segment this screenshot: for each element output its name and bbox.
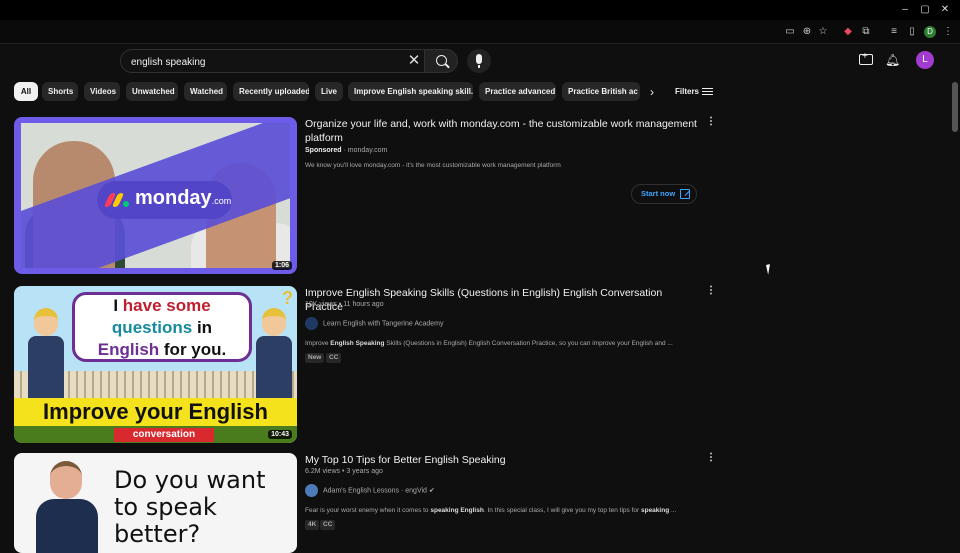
scrollbar-thumb[interactable] — [952, 82, 958, 132]
cc-badge: CC — [326, 353, 342, 363]
start-now-button[interactable]: Start now — [631, 184, 697, 204]
close-window-icon[interactable]: ✕ — [938, 4, 952, 16]
ad-description: We know you'll love monday.com - it's th… — [305, 162, 561, 169]
video-meta: 6.2M views • 3 years ago — [305, 468, 383, 475]
page-scrollbar[interactable] — [950, 78, 960, 540]
mouse-cursor-icon — [766, 263, 776, 275]
chip-recently-uploaded[interactable]: Recently uploaded — [233, 82, 309, 101]
channel-name[interactable]: Learn English with Tangerine Academy — [323, 320, 444, 327]
chip-improve-english[interactable]: Improve English speaking skill... — [348, 82, 473, 101]
bookmark-star-icon[interactable]: ☆ — [817, 26, 829, 38]
cartoon-man-left — [26, 308, 66, 404]
browser-toolbar — [0, 20, 960, 44]
ad-sponsor-line: Sponsored · monday.com — [305, 147, 388, 154]
video-description: Improve English Speaking Skills (Questio… — [305, 340, 673, 347]
voice-search-button[interactable] — [467, 49, 491, 73]
ad-thumbnail[interactable]: monday.com 1:06 — [14, 117, 297, 274]
cc-badge: CC — [320, 520, 336, 530]
chip-practice-advanced[interactable]: Practice advanced — [479, 82, 556, 101]
minimize-icon[interactable]: – — [898, 4, 912, 16]
more-options-icon[interactable]: ⋮ — [706, 285, 716, 297]
thumbnail-image: monday.com — [21, 123, 290, 268]
channel-avatar[interactable] — [305, 484, 318, 497]
thumbnail-banner: Improve your English — [14, 398, 297, 426]
ad-title[interactable]: Organize your life and, work with monday… — [305, 117, 700, 145]
extension-icon[interactable]: ◆ — [842, 26, 854, 38]
verified-icon: ✔ — [428, 487, 435, 495]
video-thumbnail[interactable]: I have some questions in English for you… — [14, 286, 297, 443]
filters-icon[interactable] — [702, 86, 713, 97]
thumbnail-subtitle: conversation — [114, 428, 214, 442]
channel-row[interactable]: Learn English with Tangerine Academy — [305, 317, 444, 331]
channel-avatar[interactable] — [305, 317, 318, 330]
video-thumbnail[interactable]: Do you want to speak better? — [14, 453, 297, 553]
notifications-bell-icon[interactable]: 🔔︎ — [885, 53, 900, 67]
new-badge: New — [305, 353, 325, 363]
search-icon — [436, 55, 447, 66]
more-options-icon[interactable]: ⋮ — [706, 452, 716, 464]
filters-button[interactable]: Filters — [675, 85, 699, 99]
chip-live[interactable]: Live — [315, 82, 343, 101]
search-box — [120, 49, 424, 73]
browser-menu-icon[interactable]: ⋮ — [942, 26, 954, 38]
browser-profile-avatar[interactable]: D — [924, 26, 936, 38]
monday-logo-text: monday.com — [135, 187, 232, 209]
cast-icon[interactable]: ▭ — [784, 26, 796, 38]
browser-tab-strip — [0, 0, 960, 20]
duration-badge: 10:43 — [268, 430, 292, 439]
more-options-icon[interactable]: ⋮ — [706, 116, 716, 128]
puzzle-icon[interactable]: ⧉ — [860, 26, 872, 38]
presenter-image — [36, 461, 98, 553]
duration-badge: 1:06 — [271, 261, 292, 270]
video-description: Fear is your worst enemy when it comes t… — [305, 507, 677, 514]
start-now-label: Start now — [641, 189, 676, 198]
microphone-icon — [476, 54, 482, 68]
chip-all[interactable]: All — [14, 82, 38, 101]
thumbnail-text: Do you want to speak better? — [114, 466, 266, 548]
cartoon-man-right — [254, 308, 294, 404]
zoom-icon[interactable]: ⊕ — [801, 26, 813, 38]
sidebar-icon[interactable]: ▯ — [906, 26, 918, 38]
chip-unwatched[interactable]: Unwatched — [126, 82, 178, 101]
chip-shorts[interactable]: Shorts — [42, 82, 78, 101]
video-title[interactable]: My Top 10 Tips for Better English Speaki… — [305, 453, 700, 467]
4k-badge: 4K — [305, 520, 320, 530]
account-avatar[interactable]: L — [916, 51, 934, 69]
chip-practice-british[interactable]: Practice British ac — [562, 82, 640, 101]
search-input[interactable] — [131, 54, 401, 70]
chip-videos[interactable]: Videos — [84, 82, 120, 101]
clear-search-icon[interactable]: ✕ — [404, 51, 424, 71]
chip-watched[interactable]: Watched — [184, 82, 227, 101]
monday-logo: monday.com — [97, 181, 232, 219]
create-video-icon[interactable] — [859, 51, 873, 65]
media-icon[interactable]: ≡ — [888, 26, 900, 38]
speech-bubble: I have some questions in English for you… — [72, 292, 252, 362]
search-button[interactable] — [424, 49, 458, 73]
video-meta: 10K views • 11 hours ago — [305, 301, 384, 308]
monday-logo-mark-icon — [103, 193, 131, 207]
external-link-icon — [680, 189, 690, 199]
chevron-right-icon[interactable]: › — [645, 84, 659, 100]
restore-icon[interactable]: ▢ — [918, 4, 932, 16]
channel-name[interactable]: Adam's English Lessons · engVid — [323, 487, 427, 494]
question-mark-icon: ? — [282, 288, 293, 308]
channel-row[interactable]: Adam's English Lessons · engVid ✔ — [305, 484, 435, 498]
